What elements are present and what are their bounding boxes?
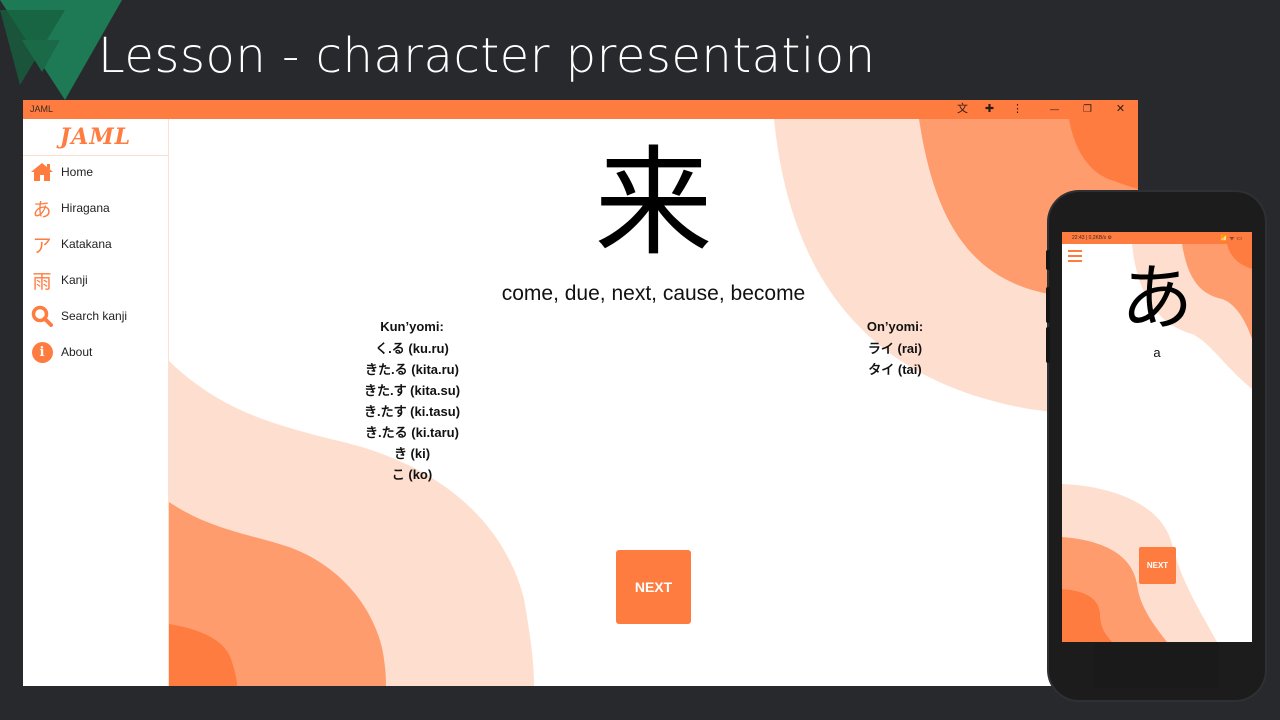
sidebar: JAML Home あ Hiragana ア Katakana 雨 Kanji … <box>23 119 169 686</box>
sidebar-item-label: Katakana <box>61 237 112 251</box>
window-titlebar: JAML 文 ✚ ⋮ — ❐ ✕ <box>23 100 1138 119</box>
desktop-app-window: JAML 文 ✚ ⋮ — ❐ ✕ JAML Home あ Hiragana ア … <box>23 100 1138 686</box>
lesson-content: 来 come, due, next, cause, become Kun’yom… <box>169 119 1138 686</box>
kunyomi-readings: Kun’yomi: く.る (ku.ru) きた.る (kita.ru) きた.… <box>342 320 482 485</box>
katakana-icon: ア <box>32 234 52 257</box>
sidebar-item-kanji[interactable]: 雨 Kanji <box>23 265 168 295</box>
phone-romaji: a <box>1153 345 1161 360</box>
translate-icon[interactable]: 文 <box>955 102 970 117</box>
kunyomi-reading: きた.す (kita.su) <box>363 383 461 398</box>
phone-screen: 22:43 | 0,2KB/s ⚙ 📶 ᯤ ▭ あ a NEXT <box>1062 232 1252 642</box>
window-title: JAML <box>30 104 54 114</box>
kanji-meaning: come, due, next, cause, become <box>501 282 806 305</box>
close-icon[interactable]: ✕ <box>1113 102 1128 117</box>
kunyomi-reading: きた.る (kita.ru) <box>365 362 459 377</box>
phone-volume-up <box>1046 287 1050 323</box>
phone-volume-down <box>1046 327 1050 363</box>
info-icon: i <box>31 341 53 363</box>
kanji-character: 来 <box>594 134 713 272</box>
kunyomi-header: Kun’yomi: <box>380 319 444 334</box>
kunyomi-reading: こ (ko) <box>391 467 433 482</box>
status-icons: 📶 ᯤ ▭ <box>1220 236 1242 242</box>
sidebar-item-home[interactable]: Home <box>23 157 168 187</box>
slide-title: Lesson - character presentation <box>98 28 876 84</box>
onyomi-reading: ライ (rai) <box>867 341 923 356</box>
phone-hiragana-character: あ <box>1120 259 1193 339</box>
hiragana-icon: あ <box>32 198 52 221</box>
phone-next-button[interactable]: NEXT <box>1139 547 1176 584</box>
info-glyph: i <box>31 341 53 363</box>
home-icon <box>31 161 53 183</box>
phone-navigation-area <box>1094 643 1219 688</box>
maximize-icon[interactable]: ❐ <box>1080 102 1095 117</box>
more-menu-icon[interactable]: ⋮ <box>1010 102 1025 117</box>
sidebar-item-label: Home <box>61 165 94 179</box>
sidebar-item-label: Kanji <box>61 273 88 287</box>
phone-side-button <box>1046 250 1050 270</box>
kunyomi-reading: き.たる (ki.taru) <box>365 425 459 440</box>
kunyomi-reading: く.る (ku.ru) <box>375 341 449 356</box>
next-button[interactable]: NEXT <box>616 550 691 624</box>
kanji-icon: 雨 <box>32 270 52 293</box>
phone-mockup: 22:43 | 0,2KB/s ⚙ 📶 ᯤ ▭ あ a NEXT <box>1046 192 1265 700</box>
minimize-icon[interactable]: — <box>1047 102 1062 117</box>
kunyomi-reading: き (ki) <box>393 446 431 461</box>
app-logo: JAML <box>23 119 168 156</box>
extensions-icon[interactable]: ✚ <box>982 102 997 117</box>
search-icon <box>31 305 53 327</box>
sidebar-item-about[interactable]: i About <box>23 337 168 367</box>
onyomi-reading: タイ (tai) <box>868 362 922 377</box>
sidebar-item-hiragana[interactable]: あ Hiragana <box>23 193 168 223</box>
sidebar-item-search-kanji[interactable]: Search kanji <box>23 301 168 331</box>
sidebar-item-label: About <box>61 345 93 359</box>
onyomi-readings: On’yomi: ライ (rai) タイ (tai) <box>845 320 945 380</box>
status-time-network: 22:43 | 0,2KB/s ⚙ <box>1072 235 1112 241</box>
onyomi-header: On’yomi: <box>866 319 924 334</box>
sidebar-item-label: Hiragana <box>61 201 110 215</box>
phone-status-bar: 22:43 | 0,2KB/s ⚙ 📶 ᯤ ▭ <box>1062 232 1252 244</box>
kunyomi-reading: き.たす (ki.tasu) <box>363 404 461 419</box>
sidebar-item-katakana[interactable]: ア Katakana <box>23 229 168 259</box>
sidebar-item-label: Search kanji <box>61 309 128 323</box>
